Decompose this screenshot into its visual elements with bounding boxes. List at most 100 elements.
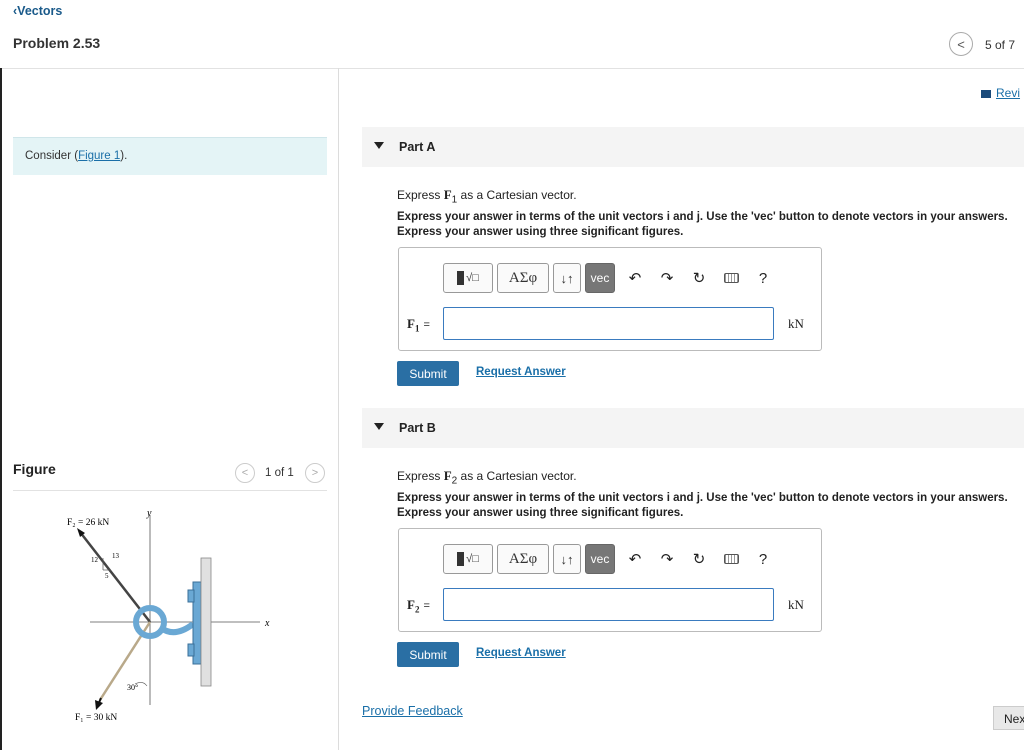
part-b-prompt: Express F2 as a Cartesian vector. xyxy=(397,468,577,486)
help-icon[interactable]: ? xyxy=(747,544,779,574)
header-divider xyxy=(0,68,1024,69)
answer-input[interactable] xyxy=(443,307,774,340)
consider-text: Consider ( xyxy=(25,150,79,162)
figure-next-button[interactable]: > xyxy=(305,463,325,483)
vector-symbol: F xyxy=(443,187,452,202)
vec-button[interactable]: vec xyxy=(585,263,615,293)
instruction-line-1: Express your answer in terms of the unit… xyxy=(397,492,1008,504)
consider-box: Consider (Figure 1). xyxy=(13,137,327,175)
prompt-suffix: as a Cartesian vector. xyxy=(457,188,577,202)
keyboard-glyph xyxy=(723,273,739,283)
fraction-icon xyxy=(457,552,465,566)
part-a-instructions: Express your answer in terms of the unit… xyxy=(397,210,1008,240)
reset-icon[interactable]: ↻ xyxy=(683,544,715,574)
part-b-header[interactable]: Part B xyxy=(362,408,1024,448)
problem-title: Problem 2.53 xyxy=(13,35,101,51)
ratio-13: 13 xyxy=(112,552,120,560)
book-icon xyxy=(981,89,991,98)
field-sub: 1 xyxy=(414,323,420,334)
part-a-header[interactable]: Part A xyxy=(362,127,1024,167)
figure-prev-button[interactable]: < xyxy=(235,463,255,483)
field-sub: 2 xyxy=(414,604,420,615)
symbols-button[interactable]: ΑΣφ xyxy=(497,544,549,574)
figure-link[interactable]: Figure 1 xyxy=(78,150,120,162)
bolt-bottom xyxy=(187,643,195,657)
review-label: Revi xyxy=(996,86,1021,100)
undo-icon[interactable]: ↶ xyxy=(619,263,651,293)
subscript-button[interactable]: ↓↑ xyxy=(553,263,581,293)
equals-sign: = xyxy=(423,319,430,331)
request-answer-link[interactable]: Request Answer xyxy=(476,647,566,659)
request-answer-link[interactable]: Request Answer xyxy=(476,366,566,378)
part-b-answer-box: √□ ΑΣφ ↓↑ vec ↶ ↷ ↻ ? F2 = kN xyxy=(398,528,822,632)
reset-icon[interactable]: ↻ xyxy=(683,263,715,293)
keyboard-icon[interactable] xyxy=(715,544,747,574)
chevron-right-icon: > xyxy=(311,467,319,479)
x-axis-label: x xyxy=(264,618,270,629)
prompt-prefix: Express xyxy=(397,469,444,483)
submit-button[interactable]: Submit xyxy=(397,361,459,386)
f1-arrowhead xyxy=(95,700,103,710)
keyboard-glyph xyxy=(723,554,739,564)
part-a-prompt: Express F1 as a Cartesian vector. xyxy=(397,187,577,205)
part-a-label: Part A xyxy=(399,140,436,154)
figure-divider xyxy=(13,490,327,491)
math-toolbar: √□ ΑΣφ ↓↑ vec ↶ ↷ ↻ ? xyxy=(443,544,779,574)
instruction-line-2: Express your answer using three signific… xyxy=(397,507,684,519)
sqrt-icon: √□ xyxy=(466,553,479,565)
left-border xyxy=(0,68,2,750)
chevron-left-icon: < xyxy=(957,36,965,52)
unit-label: kN xyxy=(788,316,804,331)
prompt-prefix: Express xyxy=(397,188,444,202)
collapse-triangle-icon xyxy=(374,423,384,430)
redo-icon[interactable]: ↷ xyxy=(651,544,683,574)
prompt-suffix: as a Cartesian vector. xyxy=(457,469,577,483)
chevron-left-icon: < xyxy=(241,467,249,479)
keyboard-icon[interactable] xyxy=(715,263,747,293)
field-symbol: F xyxy=(407,316,415,331)
unit-label: kN xyxy=(788,597,804,612)
panel-divider xyxy=(338,68,339,750)
fraction-icon xyxy=(457,271,465,285)
ratio-5: 5 xyxy=(105,572,109,580)
collapse-triangle-icon xyxy=(374,142,384,149)
wall xyxy=(200,557,212,687)
part-b-label: Part B xyxy=(399,421,436,435)
provide-feedback-link[interactable]: Provide Feedback xyxy=(362,704,463,718)
bolt-top xyxy=(187,589,195,603)
help-icon[interactable]: ? xyxy=(747,263,779,293)
subscript-button[interactable]: ↓↑ xyxy=(553,544,581,574)
f1-label: F₁ = 30 kN xyxy=(75,713,117,723)
template-button[interactable]: √□ xyxy=(443,544,493,574)
field-label: F1 = xyxy=(407,316,430,334)
f2-rope xyxy=(79,531,151,623)
review-link[interactable]: Revi xyxy=(981,86,1020,100)
vec-button[interactable]: vec xyxy=(585,544,615,574)
next-button[interactable]: Nex xyxy=(993,706,1024,730)
f2-label: F₂ = 26 kN xyxy=(67,518,109,528)
undo-icon[interactable]: ↶ xyxy=(619,544,651,574)
back-link[interactable]: ‹Vectors xyxy=(13,4,62,18)
math-toolbar: √□ ΑΣφ ↓↑ vec ↶ ↷ ↻ ? xyxy=(443,263,779,293)
redo-icon[interactable]: ↷ xyxy=(651,263,683,293)
template-button[interactable]: √□ xyxy=(443,263,493,293)
previous-problem-button[interactable]: < xyxy=(949,32,973,56)
figure-heading: Figure xyxy=(13,461,56,477)
back-label: Vectors xyxy=(17,4,63,18)
angle-label: 30° xyxy=(127,683,138,692)
consider-suffix: ). xyxy=(120,150,128,162)
figure-counter: 1 of 1 xyxy=(265,467,294,479)
force-diagram: y x 12 13 5 30° F₂ = 26 kN F₁ = 30 kN xyxy=(67,508,270,723)
answer-input[interactable] xyxy=(443,588,774,621)
y-axis-label: y xyxy=(146,508,152,519)
submit-button[interactable]: Submit xyxy=(397,642,459,667)
sqrt-icon: √□ xyxy=(466,272,479,284)
field-symbol: F xyxy=(407,597,415,612)
instruction-line-2: Express your answer using three signific… xyxy=(397,226,684,238)
page-counter: 5 of 7 xyxy=(985,38,1016,52)
ratio-12: 12 xyxy=(91,556,99,564)
field-label: F2 = xyxy=(407,597,430,615)
vector-symbol: F xyxy=(443,468,452,483)
part-a-answer-box: √□ ΑΣφ ↓↑ vec ↶ ↷ ↻ ? F1 = kN xyxy=(398,247,822,351)
symbols-button[interactable]: ΑΣφ xyxy=(497,263,549,293)
